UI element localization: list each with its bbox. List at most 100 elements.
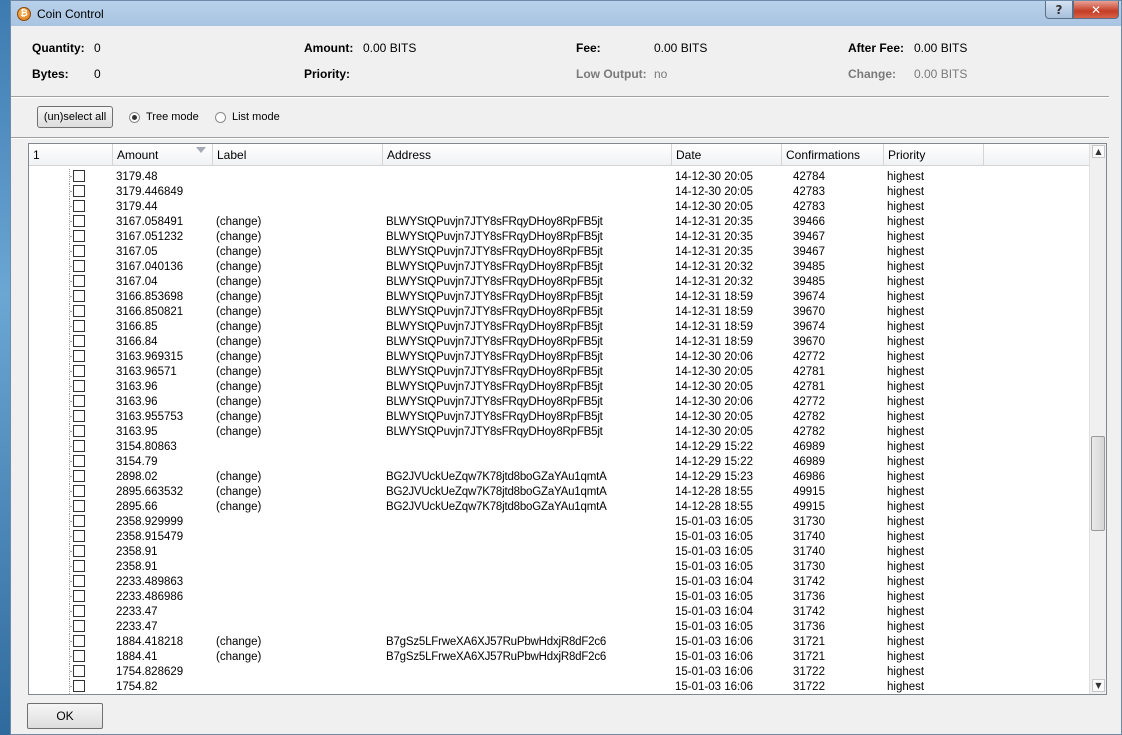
- row-checkbox[interactable]: [73, 665, 85, 677]
- table-row[interactable]: 3167.05 (change) BLWYStQPuvjn7JTY8sFRqyDHo…: [29, 244, 1089, 259]
- table-row[interactable]: 2233.489863 15-01-03 16:04 31742 highest: [29, 574, 1089, 589]
- row-checkbox[interactable]: [73, 335, 85, 347]
- table-row[interactable]: 3163.96 (change) BLWYStQPuvjn7JTY8sFRqyDHo…: [29, 379, 1089, 394]
- row-checkbox[interactable]: [73, 215, 85, 227]
- row-checkbox[interactable]: [73, 455, 85, 467]
- table-row[interactable]: 3167.04 (change) BLWYStQPuvjn7JTY8sFRqyDHo…: [29, 274, 1089, 289]
- row-checkbox[interactable]: [73, 200, 85, 212]
- label-cell: (change): [216, 245, 262, 258]
- row-checkbox[interactable]: [73, 365, 85, 377]
- row-checkbox[interactable]: [73, 275, 85, 287]
- tree-branch: [29, 604, 113, 619]
- scroll-up-arrow-icon[interactable]: ▲: [1092, 145, 1105, 158]
- row-checkbox[interactable]: [73, 380, 85, 392]
- confirmations-cell: 31736: [793, 620, 825, 633]
- row-checkbox[interactable]: [73, 680, 85, 692]
- table-row[interactable]: 1884.418218 (change) B7gSz5LFrweXA6XJ57RuP…: [29, 634, 1089, 649]
- row-checkbox[interactable]: [73, 500, 85, 512]
- scroll-thumb[interactable]: [1091, 436, 1105, 531]
- row-checkbox[interactable]: [73, 590, 85, 602]
- row-checkbox[interactable]: [73, 185, 85, 197]
- row-checkbox[interactable]: [73, 320, 85, 332]
- table-row[interactable]: 3166.850821 (change) BLWYStQPuvjn7JTY8sFRq…: [29, 304, 1089, 319]
- row-checkbox[interactable]: [73, 485, 85, 497]
- unselect-all-button[interactable]: (un)select all: [37, 106, 113, 128]
- table-row[interactable]: 2358.929999 15-01-03 16:05 31730 highest: [29, 514, 1089, 529]
- table-row[interactable]: 2895.663532 (change) BG2JVUckUeZqw7K78jtd8…: [29, 484, 1089, 499]
- row-checkbox[interactable]: [73, 245, 85, 257]
- row-checkbox[interactable]: [73, 425, 85, 437]
- row-checkbox[interactable]: [73, 605, 85, 617]
- close-button[interactable]: ✕: [1073, 1, 1119, 19]
- table-row[interactable]: 3167.040136 (change) BLWYStQPuvjn7JTY8sFRq…: [29, 259, 1089, 274]
- row-checkbox[interactable]: [73, 290, 85, 302]
- ok-button[interactable]: OK: [27, 703, 103, 729]
- low-output-label: Low Output:: [576, 67, 647, 81]
- address-cell: BLWYStQPuvjn7JTY8sFRqyDHoy8RpFB5jt: [386, 245, 603, 258]
- confirmations-cell: 46989: [793, 440, 825, 453]
- row-checkbox[interactable]: [73, 440, 85, 452]
- bytes-label: Bytes:: [32, 67, 69, 81]
- column-header-address[interactable]: Address: [383, 144, 672, 166]
- table-row[interactable]: 1754.82 15-01-03 16:06 31722 highest: [29, 679, 1089, 694]
- table-row[interactable]: 2358.91 15-01-03 16:05 31730 highest: [29, 559, 1089, 574]
- row-checkbox[interactable]: [73, 575, 85, 587]
- table-row[interactable]: 3167.058491 (change) BLWYStQPuvjn7JTY8sFRq…: [29, 214, 1089, 229]
- table-row[interactable]: 3179.44 14-12-30 20:05 42783 highest: [29, 199, 1089, 214]
- row-checkbox[interactable]: [73, 260, 85, 272]
- column-header-confirmations[interactable]: Confirmations: [782, 144, 884, 166]
- coin-tree-view[interactable]: 1 Amount Label Address Date Confirmation…: [28, 143, 1107, 695]
- scroll-down-arrow-icon[interactable]: ▼: [1092, 679, 1105, 692]
- table-row[interactable]: 3166.85 (change) BLWYStQPuvjn7JTY8sFRqyDHo…: [29, 319, 1089, 334]
- table-row[interactable]: 3163.96 (change) BLWYStQPuvjn7JTY8sFRqyDHo…: [29, 394, 1089, 409]
- tree-branch: [29, 229, 113, 244]
- column-header-label[interactable]: Label: [213, 144, 383, 166]
- table-row[interactable]: 3163.95 (change) BLWYStQPuvjn7JTY8sFRqyDHo…: [29, 424, 1089, 439]
- column-header-date[interactable]: Date: [672, 144, 782, 166]
- table-row[interactable]: 2233.47 15-01-03 16:05 31736 highest: [29, 619, 1089, 634]
- row-checkbox[interactable]: [73, 395, 85, 407]
- table-row[interactable]: 2358.915479 15-01-03 16:05 31740 highest: [29, 529, 1089, 544]
- table-row[interactable]: 3154.80863 14-12-29 15:22 46989 highest: [29, 439, 1089, 454]
- table-row[interactable]: 2895.66 (change) BG2JVUckUeZqw7K78jtd8boGZ…: [29, 499, 1089, 514]
- table-row[interactable]: 2898.02 (change) BG2JVUckUeZqw7K78jtd8boGZ…: [29, 469, 1089, 484]
- row-checkbox[interactable]: [73, 560, 85, 572]
- table-row[interactable]: 2358.91 15-01-03 16:05 31740 highest: [29, 544, 1089, 559]
- tree-mode-radio[interactable]: Tree mode: [129, 111, 199, 123]
- row-checkbox[interactable]: [73, 470, 85, 482]
- column-header-priority[interactable]: Priority: [884, 144, 984, 166]
- table-row[interactable]: 3163.955753 (change) BLWYStQPuvjn7JTY8sFRq…: [29, 409, 1089, 424]
- tree-branch: [29, 334, 113, 349]
- row-checkbox[interactable]: [73, 170, 85, 182]
- row-checkbox[interactable]: [73, 410, 85, 422]
- table-row[interactable]: 3167.051232 (change) BLWYStQPuvjn7JTY8sFRq…: [29, 229, 1089, 244]
- table-row[interactable]: 2233.486986 15-01-03 16:05 31736 highest: [29, 589, 1089, 604]
- row-checkbox[interactable]: [73, 650, 85, 662]
- table-row[interactable]: 3179.48 14-12-30 20:05 42784 highest: [29, 169, 1089, 184]
- row-checkbox[interactable]: [73, 230, 85, 242]
- table-row[interactable]: 3154.79 14-12-29 15:22 46989 highest: [29, 454, 1089, 469]
- amount-cell: 3167.051232: [116, 230, 184, 243]
- table-row[interactable]: 2233.47 15-01-03 16:04 31742 highest: [29, 604, 1089, 619]
- row-checkbox[interactable]: [73, 545, 85, 557]
- tree-branch: [29, 454, 113, 469]
- list-mode-radio[interactable]: List mode: [215, 111, 280, 123]
- table-row[interactable]: 3163.96571 (change) BLWYStQPuvjn7JTY8sFRqy…: [29, 364, 1089, 379]
- table-row[interactable]: 3179.446849 14-12-30 20:05 42783 highest: [29, 184, 1089, 199]
- row-checkbox[interactable]: [73, 530, 85, 542]
- row-checkbox[interactable]: [73, 305, 85, 317]
- help-button[interactable]: ?: [1045, 1, 1073, 19]
- vertical-scrollbar[interactable]: ▲ ▼: [1089, 144, 1106, 694]
- table-row[interactable]: 1754.828629 15-01-03 16:06 31722 highest: [29, 664, 1089, 679]
- table-row[interactable]: 1884.41 (change) B7gSz5LFrweXA6XJ57RuPbwHd…: [29, 649, 1089, 664]
- row-checkbox[interactable]: [73, 635, 85, 647]
- table-row[interactable]: 3163.969315 (change) BLWYStQPuvjn7JTY8sFRq…: [29, 349, 1089, 364]
- row-checkbox[interactable]: [73, 515, 85, 527]
- label-cell: (change): [216, 485, 262, 498]
- row-checkbox[interactable]: [73, 620, 85, 632]
- table-row[interactable]: 3166.853698 (change) BLWYStQPuvjn7JTY8sFRq…: [29, 289, 1089, 304]
- column-header-checkbox[interactable]: 1: [29, 144, 113, 166]
- row-checkbox[interactable]: [73, 350, 85, 362]
- table-row[interactable]: 3166.84 (change) BLWYStQPuvjn7JTY8sFRqyDHo…: [29, 334, 1089, 349]
- column-header-amount[interactable]: Amount: [113, 144, 213, 166]
